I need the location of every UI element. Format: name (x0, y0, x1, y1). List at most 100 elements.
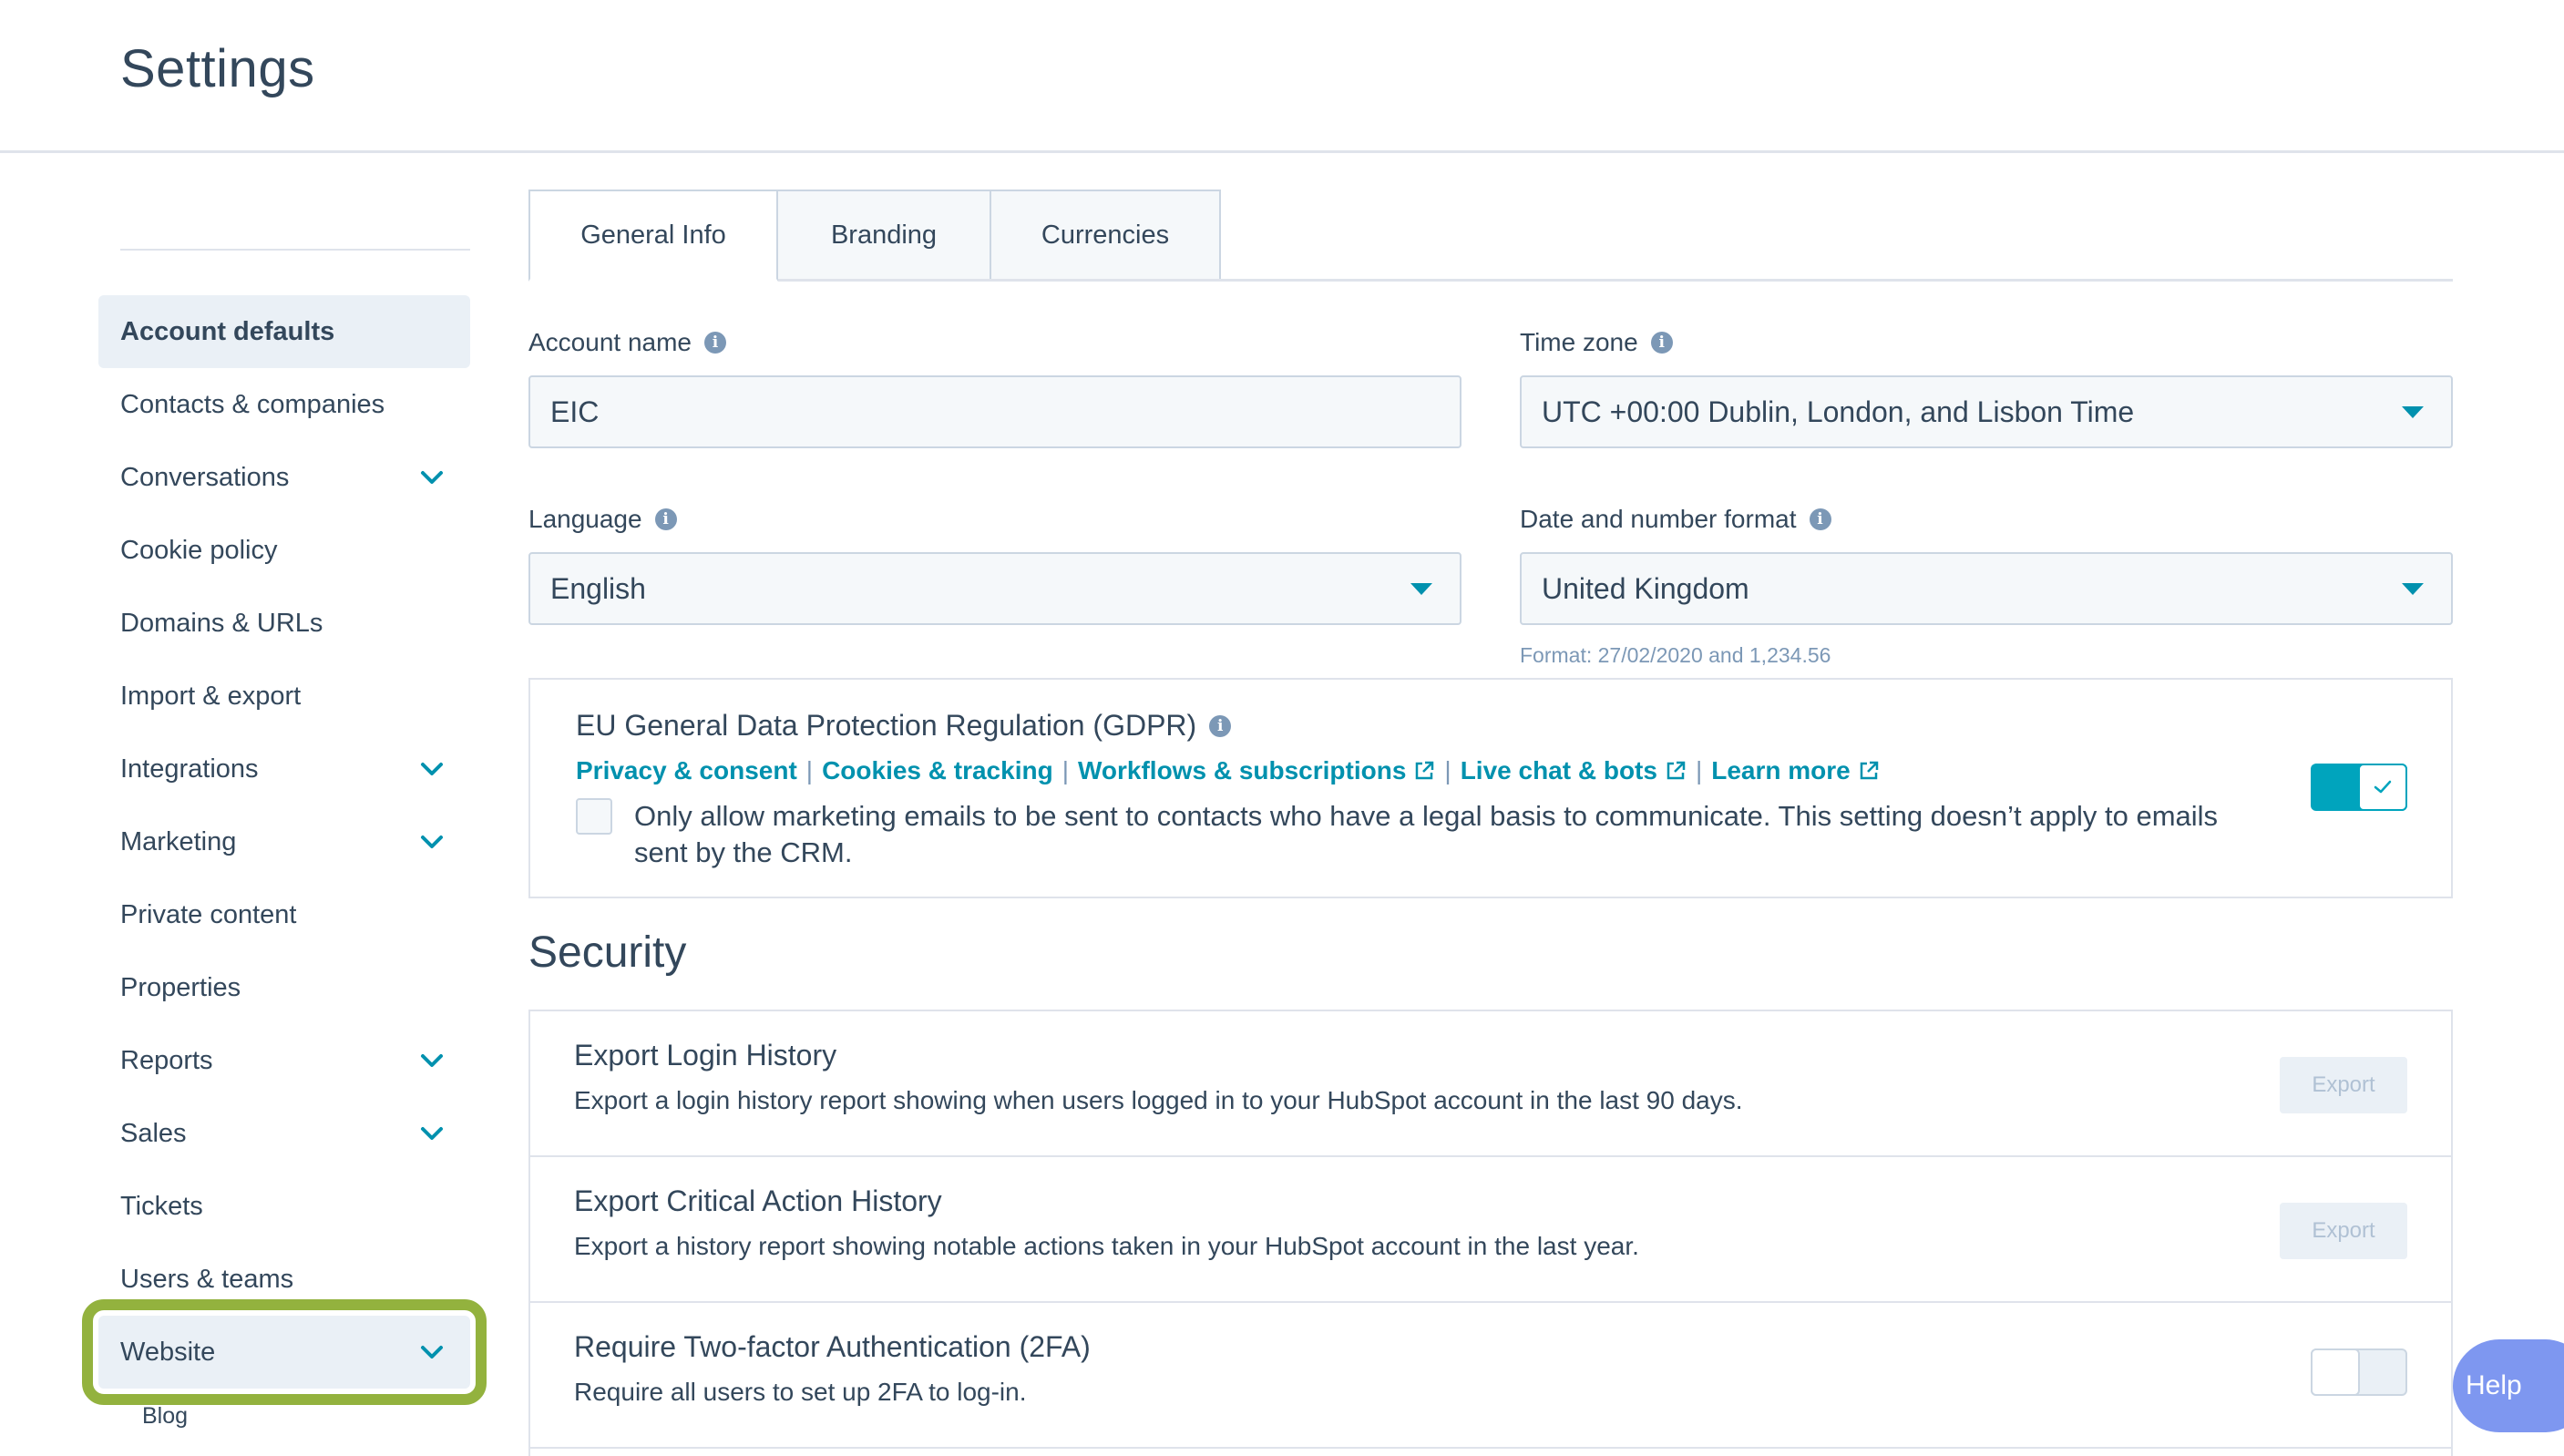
info-icon[interactable]: i (1809, 508, 1831, 530)
sidebar-item-conversations[interactable]: Conversations (98, 441, 470, 514)
check-icon (2374, 780, 2392, 794)
sidebar-item-label: Integrations (120, 754, 259, 784)
link-label: Live chat & bots (1460, 756, 1657, 784)
privacy-consent-link[interactable]: Privacy & consent (576, 756, 797, 785)
external-link-icon (1416, 761, 1434, 780)
chevron-down-icon[interactable] (419, 831, 445, 853)
export-critical-action-history-button[interactable]: Export (2280, 1203, 2407, 1259)
gdpr-title-text: EU General Data Protection Regulation (G… (576, 709, 1197, 742)
sidebar-item-integrations[interactable]: Integrations (98, 733, 470, 805)
caret-down-icon (2402, 583, 2424, 595)
link-separator: | (805, 756, 814, 784)
time-zone-label: Time zone i (1520, 328, 1673, 357)
sidebar-item-domains-urls[interactable]: Domains & URLs (98, 587, 470, 660)
learn-more-link[interactable]: Learn more (1711, 756, 1880, 785)
gdpr-card: EU General Data Protection Regulation (G… (528, 678, 2453, 898)
sidebar-item-label: Sales (120, 1118, 187, 1148)
chevron-down-icon[interactable] (419, 1050, 445, 1071)
sidebar-item-contacts-companies[interactable]: Contacts & companies (98, 368, 470, 441)
language-value: English (550, 571, 646, 605)
sidebar-item-reports[interactable]: Reports (98, 1024, 470, 1097)
help-button[interactable]: Help (2453, 1339, 2564, 1432)
sidebar-item-label: Tickets (120, 1191, 203, 1221)
row-description: Export a history report showing notable … (574, 1232, 1639, 1260)
sidebar-item-label: Users & teams (120, 1264, 294, 1294)
sidebar-item-label: Marketing (120, 826, 237, 856)
sidebar-item-sales[interactable]: Sales (98, 1097, 470, 1170)
require-2fa-toggle[interactable] (2311, 1348, 2407, 1396)
language-label-text: Language (528, 505, 642, 533)
external-link-icon (1667, 761, 1686, 780)
tab-currencies[interactable]: Currencies (991, 190, 1221, 281)
sidebar-item-label: Cookie policy (120, 535, 278, 565)
chevron-down-icon[interactable] (419, 467, 445, 488)
account-name-label: Account name i (528, 328, 726, 357)
sidebar-item-label: Website (120, 1337, 216, 1367)
require-2fa-row: Require Two-factor Authentication (2FA) … (530, 1303, 2451, 1449)
sidebar-divider (120, 249, 470, 251)
account-name-label-text: Account name (528, 328, 692, 356)
language-select[interactable]: English (528, 552, 1461, 625)
row-description: Require all users to set up 2FA to log-i… (574, 1378, 1027, 1406)
settings-tabs: General Info Branding Currencies (528, 190, 1221, 282)
link-label: Privacy & consent (576, 756, 797, 784)
toggle-knob (2358, 764, 2407, 811)
row-title: Require Two-factor Authentication (2FA) (574, 1330, 1091, 1363)
info-icon[interactable]: i (704, 332, 726, 354)
info-icon[interactable]: i (654, 508, 677, 530)
link-label: Cookies & tracking (822, 756, 1053, 784)
sidebar-item-account-defaults[interactable]: Account defaults (98, 295, 470, 368)
export-login-history-row: Export Login History Export a login hist… (530, 1011, 2451, 1157)
row-description: Export a login history report showing wh… (574, 1086, 1743, 1114)
caret-down-icon (1410, 583, 1432, 595)
legal-basis-checkbox-label: Only allow marketing emails to be sent t… (634, 800, 2219, 868)
sidebar-item-cookie-policy[interactable]: Cookie policy (98, 514, 470, 587)
security-card: Export Login History Export a login hist… (528, 1010, 2453, 1456)
date-format-label: Date and number format i (1520, 505, 1831, 534)
workflows-subscriptions-link[interactable]: Workflows & subscriptions (1078, 756, 1435, 785)
account-name-input[interactable]: EIC (528, 375, 1461, 448)
live-chat-bots-link[interactable]: Live chat & bots (1461, 756, 1687, 785)
caret-down-icon (2402, 406, 2424, 418)
chevron-down-icon[interactable] (419, 758, 445, 780)
date-format-hint: Format: 27/02/2020 and 1,234.56 (1520, 643, 1831, 667)
help-button-label: Help (2466, 1370, 2522, 1400)
sidebar-item-label: Contacts & companies (120, 389, 385, 419)
time-zone-select[interactable]: UTC +00:00 Dublin, London, and Lisbon Ti… (1520, 375, 2453, 448)
time-zone-value: UTC +00:00 Dublin, London, and Lisbon Ti… (1542, 395, 2135, 428)
info-icon[interactable]: i (1209, 714, 1232, 737)
sidebar-item-marketing[interactable]: Marketing (98, 805, 470, 878)
chevron-down-icon[interactable] (419, 1123, 445, 1144)
link-label: Workflows & subscriptions (1077, 756, 1407, 784)
sidebar-item-label: Import & export (120, 681, 302, 711)
chevron-down-icon[interactable] (419, 1341, 445, 1363)
row-title: Export Critical Action History (574, 1184, 942, 1217)
tab-branding[interactable]: Branding (778, 190, 991, 281)
link-separator: | (1695, 756, 1703, 784)
export-login-history-button[interactable]: Export (2280, 1057, 2407, 1113)
sidebar-item-import-export[interactable]: Import & export (98, 660, 470, 733)
date-format-label-text: Date and number format (1520, 505, 1797, 533)
row-title: Export Login History (574, 1039, 837, 1071)
link-separator: | (1444, 756, 1451, 784)
sidebar-item-label: Account defaults (120, 316, 335, 346)
link-label: Learn more (1711, 756, 1851, 784)
sidebar-item-private-content[interactable]: Private content (98, 878, 470, 951)
sidebar-item-tickets[interactable]: Tickets (98, 1170, 470, 1243)
language-label: Language i (528, 505, 677, 534)
date-format-select[interactable]: United Kingdom (1520, 552, 2453, 625)
info-icon[interactable]: i (1650, 332, 1673, 354)
sidebar-item-label: Domains & URLs (120, 608, 323, 638)
tab-general-info[interactable]: General Info (528, 190, 778, 282)
sidebar-item-label: Properties (120, 972, 241, 1002)
sidebar-subitem-blog[interactable]: Blog (142, 1403, 188, 1430)
sidebar-item-users-teams[interactable]: Users & teams (98, 1243, 470, 1316)
cookies-tracking-link[interactable]: Cookies & tracking (822, 756, 1053, 785)
sidebar-item-website[interactable]: Website (82, 1299, 487, 1405)
sidebar-item-properties[interactable]: Properties (98, 951, 470, 1024)
legal-basis-checkbox[interactable] (576, 798, 612, 835)
gdpr-toggle[interactable] (2311, 764, 2407, 811)
link-separator: | (1061, 756, 1069, 784)
external-link-icon (1860, 761, 1878, 780)
toggle-knob (2311, 1348, 2360, 1396)
